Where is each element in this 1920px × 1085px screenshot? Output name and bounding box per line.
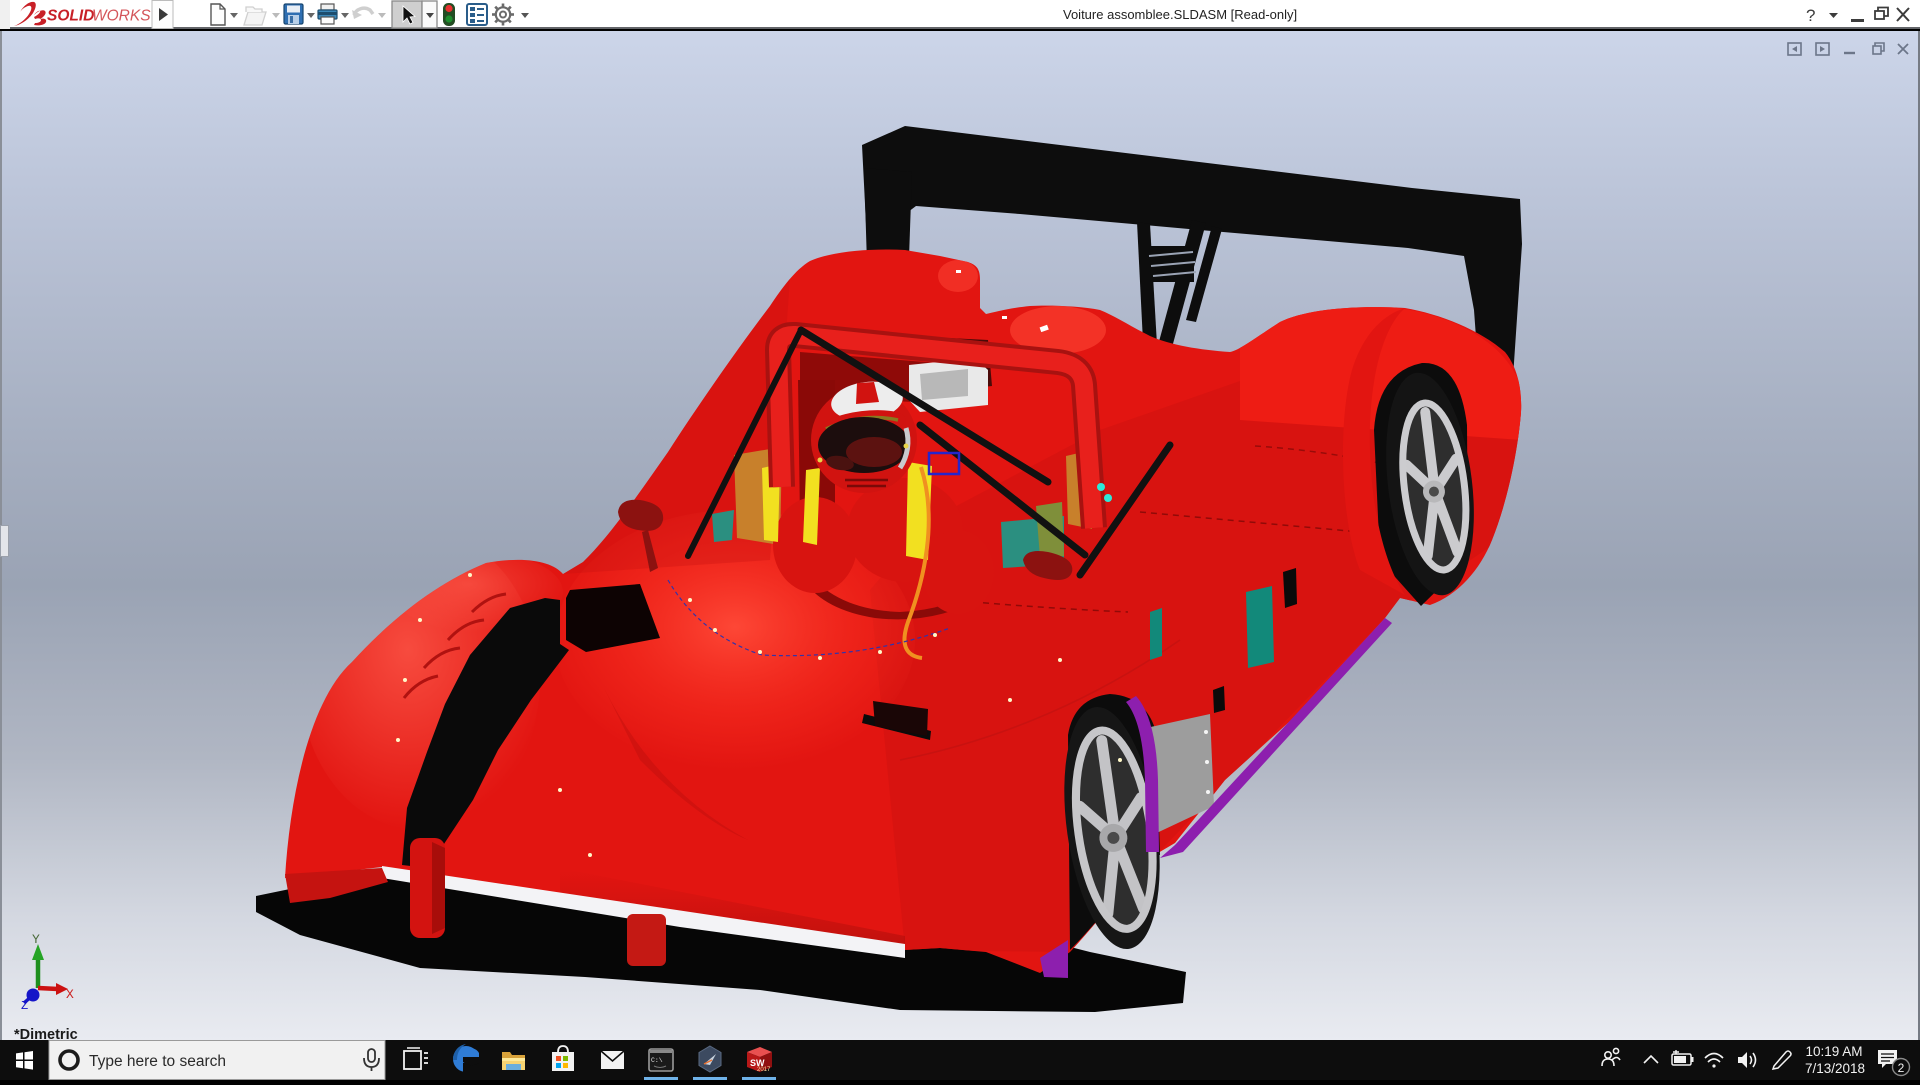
- svg-text:Type here to search: Type here to search: [89, 1053, 226, 1070]
- svg-text:C:\: C:\: [651, 1057, 663, 1064]
- svg-text:10:19 AM: 10:19 AM: [1805, 1044, 1862, 1059]
- svg-text:?: ?: [1806, 6, 1815, 25]
- svg-text:Z: Z: [21, 999, 28, 1013]
- svg-text:SOLID: SOLID: [47, 8, 94, 25]
- svg-text:2: 2: [1898, 1061, 1905, 1075]
- svg-text:X: X: [66, 987, 74, 1002]
- svg-text:2017: 2017: [757, 1067, 771, 1073]
- svg-text:WORKS: WORKS: [92, 8, 151, 25]
- svg-text:Y: Y: [32, 932, 40, 947]
- svg-text:7/13/2018: 7/13/2018: [1805, 1061, 1865, 1076]
